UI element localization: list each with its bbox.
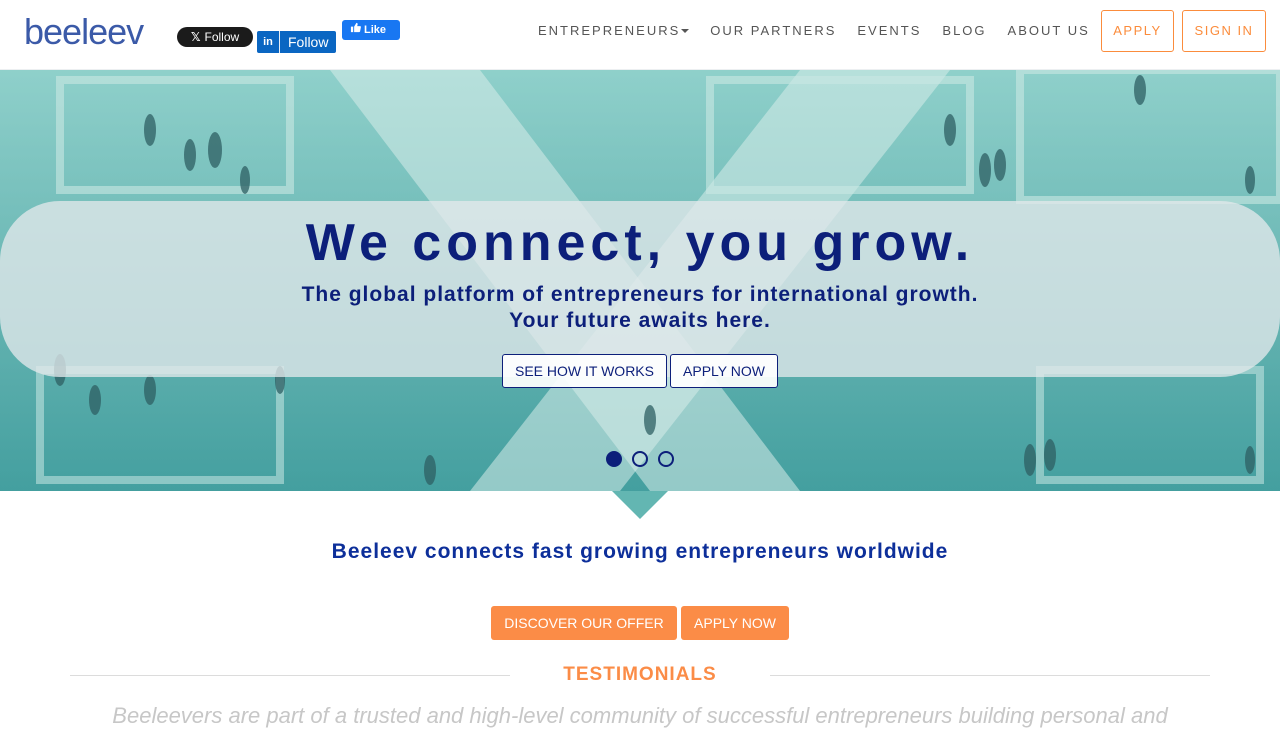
x-icon: 𝕏 <box>190 30 201 44</box>
nav-about-us[interactable]: ABOUT US <box>1008 23 1090 38</box>
twitter-follow-label: Follow <box>204 30 240 44</box>
hero-subtitle-line1: The global platform of entrepreneurs for… <box>301 283 979 306</box>
linkedin-icon: in <box>257 31 280 53</box>
apply-now-button[interactable]: APPLY NOW <box>681 606 789 640</box>
nav-our-partners[interactable]: OUR PARTNERS <box>710 23 836 38</box>
hero-down-arrow <box>612 491 668 519</box>
nav-entrepreneurs-label: ENTREPRENEURS <box>538 22 681 38</box>
caret-down-icon <box>681 29 690 34</box>
see-how-it-works-button[interactable]: SEE HOW IT WORKS <box>502 354 667 388</box>
hero-carousel: We connect, you grow. The global platfor… <box>0 70 1280 491</box>
facebook-like-label: Like <box>364 24 387 36</box>
facebook-like-button[interactable]: Like <box>342 20 400 40</box>
nav-entrepreneurs[interactable]: ENTREPRENEURS <box>538 22 690 38</box>
nav-events[interactable]: EVENTS <box>857 23 921 38</box>
carousel-dot-3[interactable] <box>658 451 674 467</box>
main-nav: ENTREPRENEURS OUR PARTNERS EVENTS BLOG A… <box>538 22 1111 38</box>
carousel-dot-2[interactable] <box>632 451 648 467</box>
hero-title: We connect, you grow. <box>305 214 975 272</box>
testimonials-title: TESTIMONIALS <box>563 664 717 685</box>
site-header: beeleev 𝕏 Follow in Follow Like ENTREPREN… <box>0 0 1280 70</box>
carousel-dot-1[interactable] <box>606 451 622 467</box>
discover-offer-button[interactable]: DISCOVER OUR OFFER <box>491 606 677 640</box>
intro-headline: Beeleev connects fast growing entreprene… <box>331 540 949 563</box>
linkedin-follow-label: Follow <box>280 31 337 53</box>
apply-button[interactable]: APPLY <box>1101 10 1174 52</box>
beeleev-logo[interactable]: beeleev <box>24 14 144 50</box>
linkedin-follow-button[interactable]: in Follow <box>257 31 337 53</box>
nav-blog[interactable]: BLOG <box>942 23 986 38</box>
testimonials-text: Beeleevers are part of a trusted and hig… <box>112 703 1168 728</box>
hero-subtitle-line2: Your future awaits here. <box>509 309 771 332</box>
sign-in-button[interactable]: SIGN IN <box>1182 10 1266 52</box>
twitter-follow-button[interactable]: 𝕏 Follow <box>177 27 253 47</box>
thumbs-up-icon <box>350 20 361 40</box>
hero-apply-now-button[interactable]: APPLY NOW <box>670 354 778 388</box>
